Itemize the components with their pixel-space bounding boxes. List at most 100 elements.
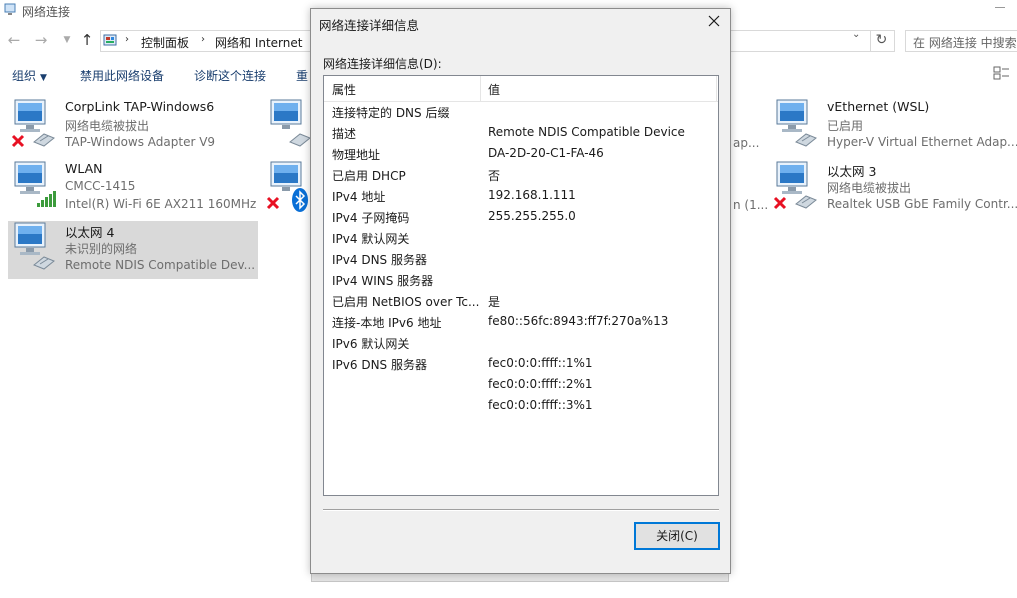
item-device: Intel(R) Wi-Fi 6E AX211 160MHz <box>65 197 257 211</box>
row-property: IPv4 DNS 服务器 <box>332 253 427 267</box>
details-list-label: 网络连接详细信息(D): <box>323 57 442 71</box>
breadcrumb-separator[interactable]: › <box>125 34 129 45</box>
close-button[interactable]: 关闭(C) <box>634 522 720 550</box>
row-value: 255.255.255.0 <box>488 209 576 223</box>
row-property: IPv4 默认网关 <box>332 232 410 246</box>
table-row[interactable]: IPv4 DNS 服务器 <box>324 248 718 269</box>
error-x-icon <box>266 196 280 210</box>
row-property: IPv4 子网掩码 <box>332 211 410 225</box>
list-item-corplink[interactable]: CorpLink TAP-Windows6 网络电缆被拔出 TAP-Window… <box>8 98 258 156</box>
wifi-signal-icon <box>37 191 56 207</box>
table-row[interactable]: IPv6 默认网关 <box>324 332 718 353</box>
control-panel-icon <box>103 34 117 46</box>
breadcrumb-network-internet[interactable]: 网络和 Internet <box>215 34 302 51</box>
table-row[interactable]: fec0:0:0:ffff::2%1 <box>324 374 718 395</box>
window-title: 网络连接 <box>22 5 71 19</box>
table-row[interactable]: 连接-本地 IPv6 地址 fe80::56fc:8943:ff7f:270a%1… <box>324 311 718 332</box>
row-property: IPv6 默认网关 <box>332 337 410 351</box>
dialog-title: 网络连接详细信息 <box>319 18 420 33</box>
item-status: 已启用 <box>827 119 864 133</box>
organize-menu[interactable]: 组织 ▼ <box>12 67 47 84</box>
view-options-icon[interactable] <box>993 65 1011 81</box>
table-row[interactable]: 描述 Remote NDIS Compatible Device <box>324 122 718 143</box>
network-adapter-icon <box>14 222 55 270</box>
row-value: 是 <box>488 295 501 309</box>
item-device: Hyper-V Virtual Ethernet Adap... <box>827 135 1017 149</box>
table-row[interactable]: 已启用 NetBIOS over Tc... 是 <box>324 290 718 311</box>
error-x-icon <box>773 196 787 210</box>
diagnose-button[interactable]: 诊断这个连接 <box>194 67 266 84</box>
bluetooth-icon <box>292 188 308 212</box>
row-value: fec0:0:0:ffff::3%1 <box>488 398 593 412</box>
column-header-value[interactable]: 值 <box>481 76 718 101</box>
table-row[interactable]: IPv4 子网掩码 255.255.255.0 <box>324 206 718 227</box>
network-adapter-icon <box>270 99 311 147</box>
item-name: CorpLink TAP-Windows6 <box>65 99 215 114</box>
item-status: 网络电缆被拔出 <box>827 181 912 195</box>
list-item-ethernet-4[interactable]: 以太网 4 未识别的网络 Remote NDIS Compatible Dev.… <box>8 221 258 279</box>
network-details-dialog: 网络连接详细信息 网络连接详细信息(D): 属性 值 连接特定的 DNS 后缀描… <box>310 8 731 574</box>
item-name: 以太网 3 <box>827 164 877 179</box>
item-name: 以太网 4 <box>65 225 115 240</box>
row-value: fec0:0:0:ffff::1%1 <box>488 356 593 370</box>
item-device: TAP-Windows Adapter V9 <box>65 135 216 149</box>
row-value: Remote NDIS Compatible Device <box>488 125 685 139</box>
item-status: 未识别的网络 <box>65 242 138 256</box>
list-item-vethernet-wsl[interactable]: vEthernet (WSL) 已启用 Hyper-V Virtual Ethe… <box>770 98 1017 156</box>
row-property: IPv6 DNS 服务器 <box>332 358 427 372</box>
error-x-icon <box>11 134 25 148</box>
list-item-wlan[interactable]: WLAN CMCC-1415 Intel(R) Wi-Fi 6E AX211 1… <box>8 160 258 218</box>
row-property: 描述 <box>332 127 357 141</box>
network-adapter-icon <box>776 99 817 147</box>
dialog-shadow <box>311 573 729 582</box>
network-connections-icon <box>4 3 16 15</box>
row-value: 否 <box>488 169 501 183</box>
forward-button[interactable]: → <box>33 32 49 48</box>
address-history-dropdown[interactable]: ⌄ <box>852 29 860 40</box>
listview-header: 属性 值 <box>324 76 718 102</box>
row-property: 物理地址 <box>332 148 381 162</box>
chevron-down-icon: ▼ <box>40 73 47 83</box>
item-device: Remote NDIS Compatible Dev... <box>65 258 256 272</box>
up-button[interactable]: ↑ <box>79 32 95 48</box>
table-row[interactable]: IPv6 DNS 服务器 fec0:0:0:ffff::1%1 <box>324 353 718 374</box>
item-name: vEthernet (WSL) <box>827 99 930 114</box>
row-property: 连接-本地 IPv6 地址 <box>332 316 442 330</box>
row-property: IPv4 地址 <box>332 190 386 204</box>
row-value: DA-2D-20-C1-FA-46 <box>488 146 604 160</box>
back-button[interactable]: ← <box>6 32 22 48</box>
column-header-property[interactable]: 属性 <box>324 76 481 101</box>
table-row[interactable]: IPv4 WINS 服务器 <box>324 269 718 290</box>
row-property: IPv4 WINS 服务器 <box>332 274 434 288</box>
table-row[interactable]: 已启用 DHCP 否 <box>324 164 718 185</box>
close-icon[interactable] <box>706 13 722 29</box>
item-device-partial: n (1... <box>733 198 769 212</box>
organize-label: 组织 <box>12 69 37 83</box>
listview-rows: 连接特定的 DNS 后缀描述 Remote NDIS Compatible Dev… <box>324 101 718 416</box>
item-status: CMCC-1415 <box>65 179 136 193</box>
breadcrumb-control-panel[interactable]: 控制面板 <box>141 34 189 51</box>
row-value: 192.168.1.111 <box>488 188 576 202</box>
search-input[interactable]: 在 网络连接 中搜索 <box>905 30 1017 52</box>
minimize-button[interactable] <box>991 0 1011 14</box>
item-name: WLAN <box>65 161 103 176</box>
table-row[interactable]: IPv4 默认网关 <box>324 227 718 248</box>
details-listview[interactable]: 属性 值 连接特定的 DNS 后缀描述 Remote NDIS Compatibl… <box>323 75 719 496</box>
row-value: fe80::56fc:8943:ff7f:270a%13 <box>488 314 669 328</box>
table-row[interactable]: 物理地址 DA-2D-20-C1-FA-46 <box>324 143 718 164</box>
table-row[interactable]: IPv4 地址 192.168.1.111 <box>324 185 718 206</box>
dialog-separator <box>323 509 719 511</box>
row-property: 已启用 DHCP <box>332 169 406 183</box>
table-row[interactable]: fec0:0:0:ffff::3%1 <box>324 395 718 416</box>
list-item-ethernet-3[interactable]: 以太网 3 网络电缆被拔出 Realtek USB GbE Family Con… <box>770 160 1017 218</box>
table-row[interactable]: 连接特定的 DNS 后缀 <box>324 101 718 122</box>
rename-button[interactable]: 重 <box>296 67 308 84</box>
item-status: 网络电缆被拔出 <box>65 119 150 133</box>
item-device: Realtek USB GbE Family Contr... <box>827 197 1017 211</box>
disable-device-button[interactable]: 禁用此网络设备 <box>80 67 164 84</box>
row-value: fec0:0:0:ffff::2%1 <box>488 377 593 391</box>
recent-locations-button[interactable]: ▼ <box>59 32 75 48</box>
item-device-partial: ap... <box>733 136 760 150</box>
refresh-button[interactable]: ↻ <box>870 30 892 52</box>
breadcrumb-separator[interactable]: › <box>201 34 205 45</box>
